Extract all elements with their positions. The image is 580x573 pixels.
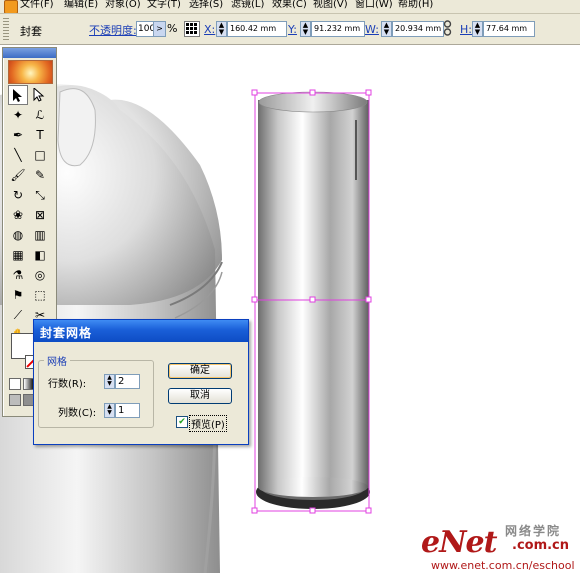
menu-view[interactable]: 视图(V): [313, 0, 348, 11]
tools-panel-titlebar[interactable]: [3, 48, 56, 58]
y-input[interactable]: 91.232 mm: [311, 21, 365, 37]
dialog-titlebar[interactable]: 封套网格: [34, 320, 248, 342]
menu-type[interactable]: 文字(T): [147, 0, 181, 11]
line-tool-icon[interactable]: ╲: [8, 145, 28, 165]
control-bar-grip[interactable]: [3, 18, 9, 40]
color-mode-button[interactable]: [9, 378, 21, 390]
constrain-proportions-icon[interactable]: [443, 20, 452, 36]
menu-file[interactable]: 文件(F): [20, 0, 54, 11]
preview-label[interactable]: 预览(P): [189, 415, 227, 432]
opacity-dropdown-button[interactable]: >: [153, 21, 166, 37]
menu-filter[interactable]: 滤镜(L): [231, 0, 264, 11]
h-stepper[interactable]: ▲ ▼: [472, 21, 483, 37]
scale-tool-icon[interactable]: ⤡: [30, 185, 50, 205]
lasso-tool-icon[interactable]: ℒ: [30, 105, 50, 125]
rows-spinner[interactable]: ▲ ▼: [104, 374, 115, 389]
opacity-label[interactable]: 不透明度:: [89, 22, 137, 38]
menu-window[interactable]: 窗口(W): [355, 0, 393, 11]
pencil-tool-icon[interactable]: ✎: [30, 165, 50, 185]
menu-object[interactable]: 对象(O): [105, 0, 141, 11]
watermark-school-text: 网络学院: [505, 524, 562, 538]
live-paint-tool-icon[interactable]: ⚑: [8, 285, 28, 305]
app-icon: [4, 0, 18, 13]
menu-edit[interactable]: 编辑(E): [64, 0, 98, 11]
object-type-label: 封套: [20, 25, 42, 38]
columns-input[interactable]: 1: [115, 403, 140, 418]
w-stepper[interactable]: ▲ ▼: [381, 21, 392, 37]
cancel-button[interactable]: 取消: [168, 388, 232, 404]
live-paint-selection-tool-icon[interactable]: ⬚: [30, 285, 50, 305]
w-label: W:: [365, 23, 379, 36]
selection-tool-icon[interactable]: [8, 85, 28, 105]
w-input[interactable]: 20.934 mm: [392, 21, 444, 37]
screen-mode-button[interactable]: [9, 394, 21, 406]
gradient-tool-icon[interactable]: ◧: [30, 245, 50, 265]
watermark-domain: .com.cn: [512, 538, 570, 553]
eyedropper-tool-icon[interactable]: ⚗: [8, 265, 28, 285]
warp-tool-icon[interactable]: ❀: [8, 205, 28, 225]
app-logo: [8, 60, 53, 84]
menu-help[interactable]: 帮助(H): [398, 0, 433, 11]
x-label: X:: [204, 23, 216, 36]
columns-spinner[interactable]: ▲ ▼: [104, 403, 115, 418]
h-label: H:: [460, 23, 472, 36]
opacity-unit: %: [167, 22, 178, 35]
rows-label: 行数(R):: [48, 379, 87, 390]
grid-group-label: 网格: [44, 353, 70, 368]
mesh-tool-icon[interactable]: ▦: [8, 245, 28, 265]
y-stepper[interactable]: ▲ ▼: [300, 21, 311, 37]
ok-button[interactable]: 确定: [168, 363, 232, 379]
watermark-url: www.enet.com.cn/eschool: [431, 559, 575, 572]
artboard-canvas[interactable]: [0, 45, 580, 573]
x-input[interactable]: 160.42 mm: [227, 21, 287, 37]
x-stepper[interactable]: ▲ ▼: [216, 21, 227, 37]
control-bar: 封套 不透明度: 100 > % X: ▲ ▼ 160.42 mm Y: ▲ ▼ 9…: [0, 14, 580, 45]
y-label: Y:: [288, 23, 297, 36]
paintbrush-tool-icon[interactable]: 🖌: [8, 165, 28, 185]
artwork: [0, 84, 372, 573]
graph-tool-icon[interactable]: ▥: [30, 225, 50, 245]
preview-checkbox[interactable]: ✔: [176, 416, 188, 428]
rotate-tool-icon[interactable]: ↻: [8, 185, 28, 205]
dialog-title: 封套网格: [40, 326, 93, 340]
magic-wand-tool-icon[interactable]: ✦: [8, 105, 28, 125]
h-input[interactable]: 77.64 mm: [483, 21, 535, 37]
envelope-mesh-dialog: 封套网格 网格 行数(R): ▲ ▼ 2 列数(C): ▲ ▼ 1 确定 取消 ✔ …: [33, 319, 249, 445]
blend-tool-icon[interactable]: ◎: [30, 265, 50, 285]
menu-select[interactable]: 选择(S): [189, 0, 223, 11]
columns-label: 列数(C):: [58, 408, 97, 419]
rectangle-tool-icon[interactable]: □: [30, 145, 50, 165]
rows-input[interactable]: 2: [115, 374, 140, 389]
direct-selection-tool-icon[interactable]: [30, 85, 50, 105]
menu-effect[interactable]: 效果(C): [272, 0, 307, 11]
free-transform-tool-icon[interactable]: ⊠: [30, 205, 50, 225]
symbol-sprayer-tool-icon[interactable]: ◍: [8, 225, 28, 245]
type-tool-icon[interactable]: T: [30, 125, 50, 145]
watermark-logo: eNet: [421, 525, 497, 560]
pen-tool-icon[interactable]: ✒: [8, 125, 28, 145]
reference-point-icon[interactable]: [184, 21, 200, 37]
slice-tool-icon[interactable]: ⟋: [8, 305, 28, 325]
menubar: 文件(F) 编辑(E) 对象(O) 文字(T) 选择(S) 滤镜(L) 效果(C…: [0, 0, 580, 14]
